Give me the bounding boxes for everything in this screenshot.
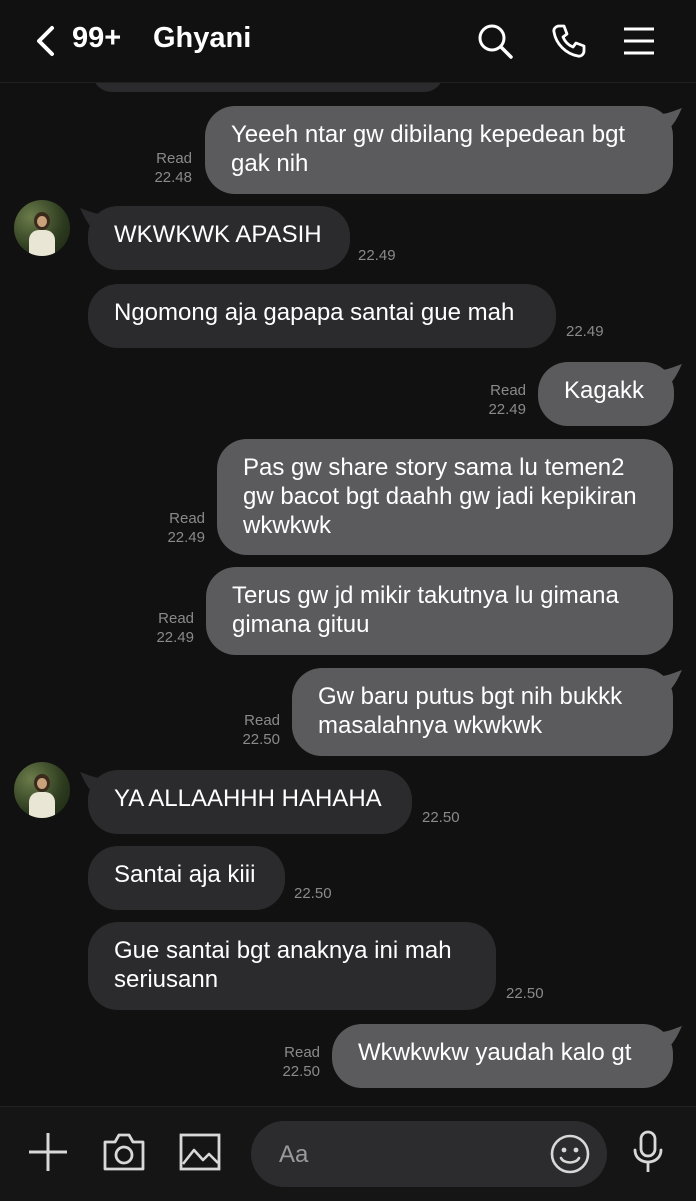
message-bubble[interactable]: WKWKWK APASIH [88, 206, 350, 270]
message-time: 22.49 [566, 323, 604, 340]
message-bubble[interactable]: Wkwkwkw yaudah kalo gt [332, 1024, 673, 1088]
plus-icon[interactable] [26, 1130, 70, 1174]
message-input[interactable]: Aa [251, 1121, 607, 1187]
message-bubble[interactable]: Terus gw jd mikir takutnya lu gimana gim… [206, 567, 673, 655]
emoji-icon[interactable] [549, 1133, 591, 1175]
chevron-left-icon[interactable] [30, 24, 64, 58]
message-bubble[interactable]: Santai aja kiii [88, 846, 285, 910]
read-status: Read [244, 712, 280, 729]
message-meta: Read 22.50 [220, 711, 280, 749]
read-status: Read [169, 510, 205, 527]
message-time: 22.49 [156, 629, 194, 646]
message-meta: Read 22.48 [132, 149, 192, 187]
message-text: Yeeeh ntar gw dibilang kepedean bgt gak … [231, 121, 626, 177]
menu-icon[interactable] [620, 22, 658, 60]
message-text: Santai aja kiii [114, 861, 256, 888]
message-bubble[interactable]: YA ALLAAHHH HAHAHA [88, 770, 412, 834]
message-time: 22.50 [422, 809, 460, 826]
message-time: 22.50 [282, 1063, 320, 1080]
contact-name[interactable]: Ghyani [153, 22, 251, 55]
message-time: 22.49 [167, 529, 205, 546]
message-bubble[interactable]: Kagakk [538, 362, 674, 426]
camera-icon[interactable] [102, 1130, 146, 1174]
message-text: Pas gw share story sama lu temen2 gw bac… [243, 454, 637, 539]
message-meta: Read 22.49 [466, 381, 526, 419]
message-text: Gue santai bgt anaknya ini mah seriusann [114, 937, 452, 993]
message-time: 22.49 [488, 401, 526, 418]
image-icon[interactable] [178, 1130, 222, 1174]
message-bubble[interactable]: Gw baru putus bgt nih bukkk masalahnya w… [292, 668, 673, 756]
message-bubble[interactable]: Pas gw share story sama lu temen2 gw bac… [217, 439, 673, 555]
microphone-icon[interactable] [626, 1130, 670, 1174]
message-text: Ngomong aja gapapa santai gue mah [114, 299, 515, 326]
message-meta: Read 22.49 [145, 509, 205, 547]
message-text: YA ALLAAHHH HAHAHA [114, 785, 382, 812]
message-meta: Read 22.49 [134, 609, 194, 647]
message-bubble[interactable]: Ngomong aja gapapa santai gue mah [88, 284, 556, 348]
read-status: Read [158, 610, 194, 627]
avatar[interactable] [14, 200, 70, 256]
message-text: Kagakk [564, 377, 645, 404]
phone-icon[interactable] [550, 22, 588, 60]
message-time: 22.48 [154, 169, 192, 186]
read-status: Read [490, 382, 526, 399]
message-bubble-partial[interactable] [92, 82, 444, 92]
chat-header: 99+ Ghyani [0, 0, 696, 83]
message-bubble[interactable]: Gue santai bgt anaknya ini mah seriusann [88, 922, 496, 1010]
message-text: WKWKWK APASIH [114, 221, 322, 248]
message-time: 22.50 [506, 985, 544, 1002]
message-input-placeholder: Aa [279, 1141, 309, 1168]
message-text: Gw baru putus bgt nih bukkk masalahnya w… [318, 683, 623, 739]
message-meta: Read 22.50 [260, 1043, 320, 1081]
message-time: 22.50 [242, 731, 280, 748]
read-status: Read [284, 1044, 320, 1061]
message-list[interactable]: Yeeeh ntar gw dibilang kepedean bgt gak … [0, 82, 696, 1106]
search-icon[interactable] [476, 22, 514, 60]
message-time: 22.49 [358, 247, 396, 264]
read-status: Read [156, 150, 192, 167]
message-text: Wkwkwkw yaudah kalo gt [358, 1039, 632, 1066]
message-text: Terus gw jd mikir takutnya lu gimana gim… [232, 582, 619, 638]
avatar[interactable] [14, 762, 70, 818]
message-time: 22.50 [294, 885, 332, 902]
unread-count[interactable]: 99+ [72, 22, 121, 55]
message-bubble[interactable]: Yeeeh ntar gw dibilang kepedean bgt gak … [205, 106, 673, 194]
